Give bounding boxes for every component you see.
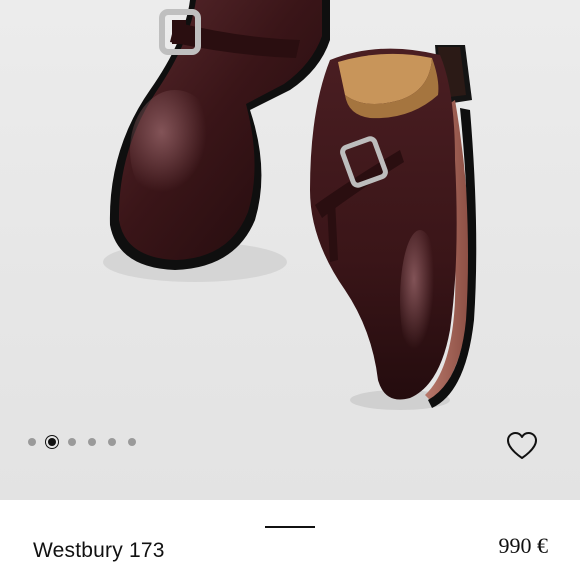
product-name: Westbury 173	[33, 539, 165, 562]
pagination-dot[interactable]	[88, 438, 96, 446]
product-info-sheet[interactable]: Westbury 173 990 €	[0, 500, 580, 579]
heart-outline-icon	[507, 432, 537, 459]
product-image-gallery[interactable]	[0, 0, 580, 500]
pagination-dot[interactable]	[108, 438, 116, 446]
wishlist-button[interactable]	[505, 430, 539, 462]
product-price: 990 €	[498, 533, 549, 558]
gallery-pagination[interactable]	[28, 438, 136, 446]
product-photo	[103, 0, 477, 410]
pagination-dot[interactable]	[28, 438, 36, 446]
pagination-dot[interactable]	[128, 438, 136, 446]
sheet-drag-handle[interactable]	[265, 526, 315, 528]
pagination-dot-active[interactable]	[48, 438, 56, 446]
pagination-dot[interactable]	[68, 438, 76, 446]
